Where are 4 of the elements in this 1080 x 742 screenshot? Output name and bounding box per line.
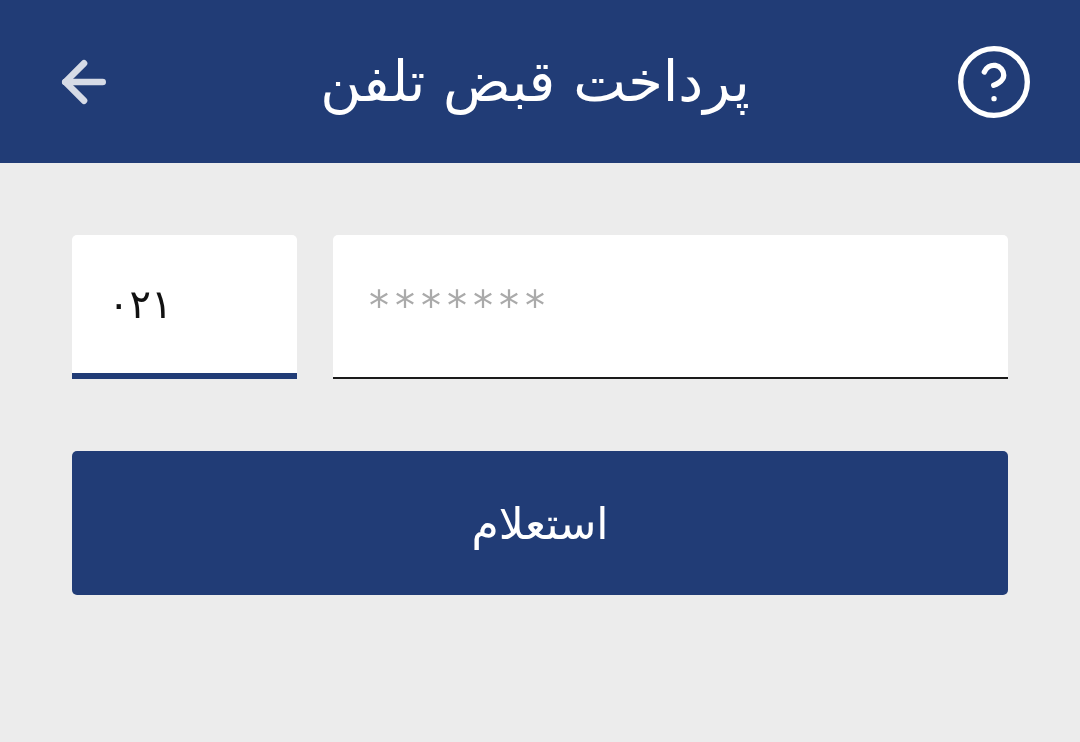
inquiry-button[interactable]: استعلام	[72, 451, 1008, 595]
page-title: پرداخت قبض تلفن	[320, 49, 750, 114]
phone-number-field[interactable]: *******	[333, 235, 1008, 379]
area-code-field[interactable]: ۰۲۱	[72, 235, 297, 379]
